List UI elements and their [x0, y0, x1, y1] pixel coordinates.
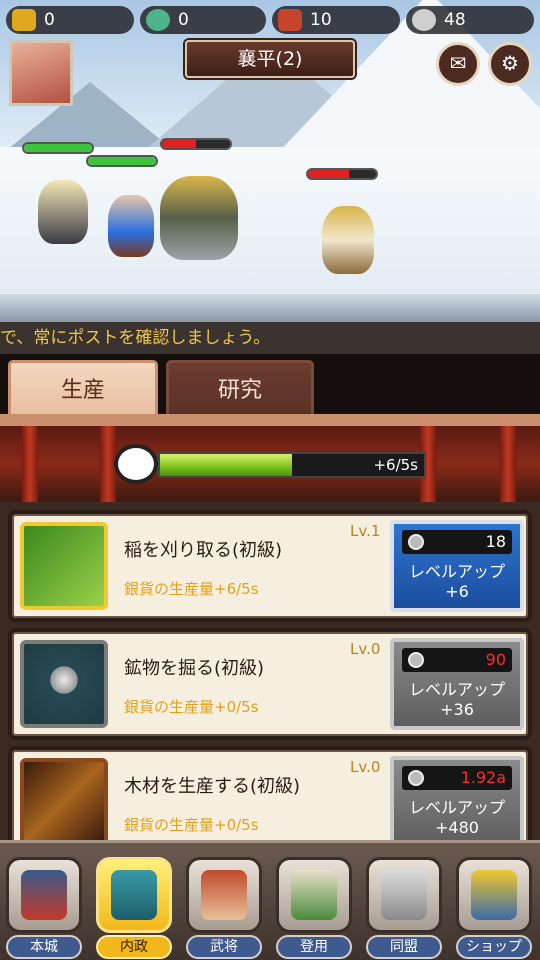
task-level: Lv.1: [350, 522, 381, 540]
task-card-rice: 稲を刈り取る(初級) Lv.1 銀貨の生産量+6/5s 18 レベルアップ +6: [8, 510, 532, 622]
nav-castle-button[interactable]: [6, 857, 82, 933]
cost-box: 90: [402, 648, 512, 672]
alarm-clock-icon: [114, 444, 158, 484]
hp-bar-enemy: [160, 138, 232, 150]
battle-scene: 0 0 10 48 襄平(2) ✉ ⚙: [0, 0, 540, 322]
cost-value: 18: [485, 532, 506, 551]
map-pin-icon: [146, 9, 170, 31]
scroll-brush-icon: [291, 870, 337, 920]
nav-alliance-button[interactable]: [366, 857, 442, 933]
cost-box: 1.92a: [402, 766, 512, 790]
upgrade-gain: +6: [445, 582, 469, 601]
ally-monk-sprite: [108, 195, 154, 257]
tab-production[interactable]: 生産: [8, 360, 158, 416]
nav-domestic-label: 内政: [96, 935, 172, 959]
rock-ridge: [0, 294, 540, 322]
treasure-chest-icon: [471, 870, 517, 920]
task-desc: 銀貨の生産量+6/5s: [124, 580, 259, 598]
silver-value: 48: [444, 10, 466, 30]
cost-value: 1.92a: [460, 768, 506, 787]
task-level: Lv.0: [350, 758, 381, 776]
nav-generals-label: 武将: [186, 935, 262, 959]
general-face-icon: [201, 870, 247, 920]
hp-bar-ally: [22, 142, 94, 154]
rice-icon: [20, 522, 108, 610]
enemy-cavalry-sprite: [160, 176, 238, 260]
log-icon: [20, 758, 108, 840]
tab-research[interactable]: 研究: [166, 360, 314, 416]
task-name: 鉱物を掘る(初級): [124, 658, 265, 679]
hp-bar-enemy: [306, 168, 378, 180]
location-title: 襄平(2): [185, 40, 355, 78]
nav-generals-button[interactable]: [186, 857, 262, 933]
pillar: [22, 426, 38, 502]
gem-counter: 0: [140, 6, 266, 34]
upgrade-label: レベルアップ: [408, 562, 505, 581]
cost-value: 90: [485, 650, 506, 669]
upgrade-label: レベルアップ: [408, 798, 505, 817]
book-icon: [111, 870, 157, 920]
news-ticker: で、常にポストを確認しましょう。: [0, 322, 540, 354]
tab-bar: 生産 研究: [0, 354, 540, 416]
upgrade-button-rice[interactable]: 18 レベルアップ +6: [390, 520, 524, 612]
nav-alliance-label: 同盟: [366, 935, 442, 959]
envelope-icon: ✉: [449, 51, 467, 75]
cost-box: 18: [402, 530, 512, 554]
nav-castle-label: 本城: [6, 935, 82, 959]
scroll-icon: [278, 9, 302, 31]
enemy-archer-sprite: [322, 206, 374, 274]
upgrade-button-ore[interactable]: 90 レベルアップ +36: [390, 638, 524, 730]
silver-coin-icon: [412, 9, 436, 31]
progress-fill: [160, 454, 292, 476]
nav-shop-label: ショップ: [456, 935, 532, 959]
task-desc: 銀貨の生産量+0/5s: [124, 698, 259, 716]
silver-coin-icon: [408, 770, 424, 786]
gear-icon: ⚙: [501, 51, 519, 75]
task-name: 稲を刈り取る(初級): [124, 540, 283, 561]
padlock-icon: [381, 870, 427, 920]
silver-coin-icon: [408, 652, 424, 668]
tab-underline: [0, 414, 540, 426]
ally-girl-sprite: [38, 180, 88, 244]
bottom-navigation: 本城 内政 武将 登用 同盟 ショップ: [0, 840, 540, 960]
hp-bar-ally: [86, 155, 158, 167]
upgrade-gain: +36: [440, 700, 474, 719]
task-name: 木材を生産する(初級): [124, 776, 301, 797]
gem-value: 0: [178, 10, 189, 30]
task-desc: 銀貨の生産量+0/5s: [124, 816, 259, 834]
player-avatar[interactable]: [9, 40, 73, 106]
nav-domestic-button[interactable]: [96, 857, 172, 933]
production-progress-bar: +6/5s: [158, 452, 426, 478]
task-list: 稲を刈り取る(初級) Lv.1 銀貨の生産量+6/5s 18 レベルアップ +6…: [0, 502, 540, 840]
production-rate: +6/5s: [373, 456, 418, 474]
task-card-wood: 木材を生産する(初級) Lv.0 銀貨の生産量+0/5s 1.92a レベルアッ…: [8, 746, 532, 840]
silver-coin-icon: [408, 534, 424, 550]
nav-recruit-label: 登用: [276, 935, 352, 959]
settings-button[interactable]: ⚙: [488, 42, 532, 86]
nav-shop-button[interactable]: [456, 857, 532, 933]
ore-icon: [20, 640, 108, 728]
nav-recruit-button[interactable]: [276, 857, 352, 933]
ticket-value: 10: [310, 10, 332, 30]
upgrade-button-wood[interactable]: 1.92a レベルアップ +480: [390, 756, 524, 840]
gold-ingot-icon: [12, 9, 36, 31]
ticket-counter: 10: [272, 6, 400, 34]
silver-counter: 48: [406, 6, 534, 34]
mail-button[interactable]: ✉: [436, 42, 480, 86]
gold-counter: 0: [6, 6, 134, 34]
task-level: Lv.0: [350, 640, 381, 658]
upgrade-label: レベルアップ: [408, 680, 505, 699]
pillar: [500, 426, 516, 502]
gold-value: 0: [44, 10, 55, 30]
castle-icon: [21, 870, 67, 920]
upgrade-gain: +480: [435, 818, 479, 837]
task-card-ore: 鉱物を掘る(初級) Lv.0 銀貨の生産量+0/5s 90 レベルアップ +36: [8, 628, 532, 740]
